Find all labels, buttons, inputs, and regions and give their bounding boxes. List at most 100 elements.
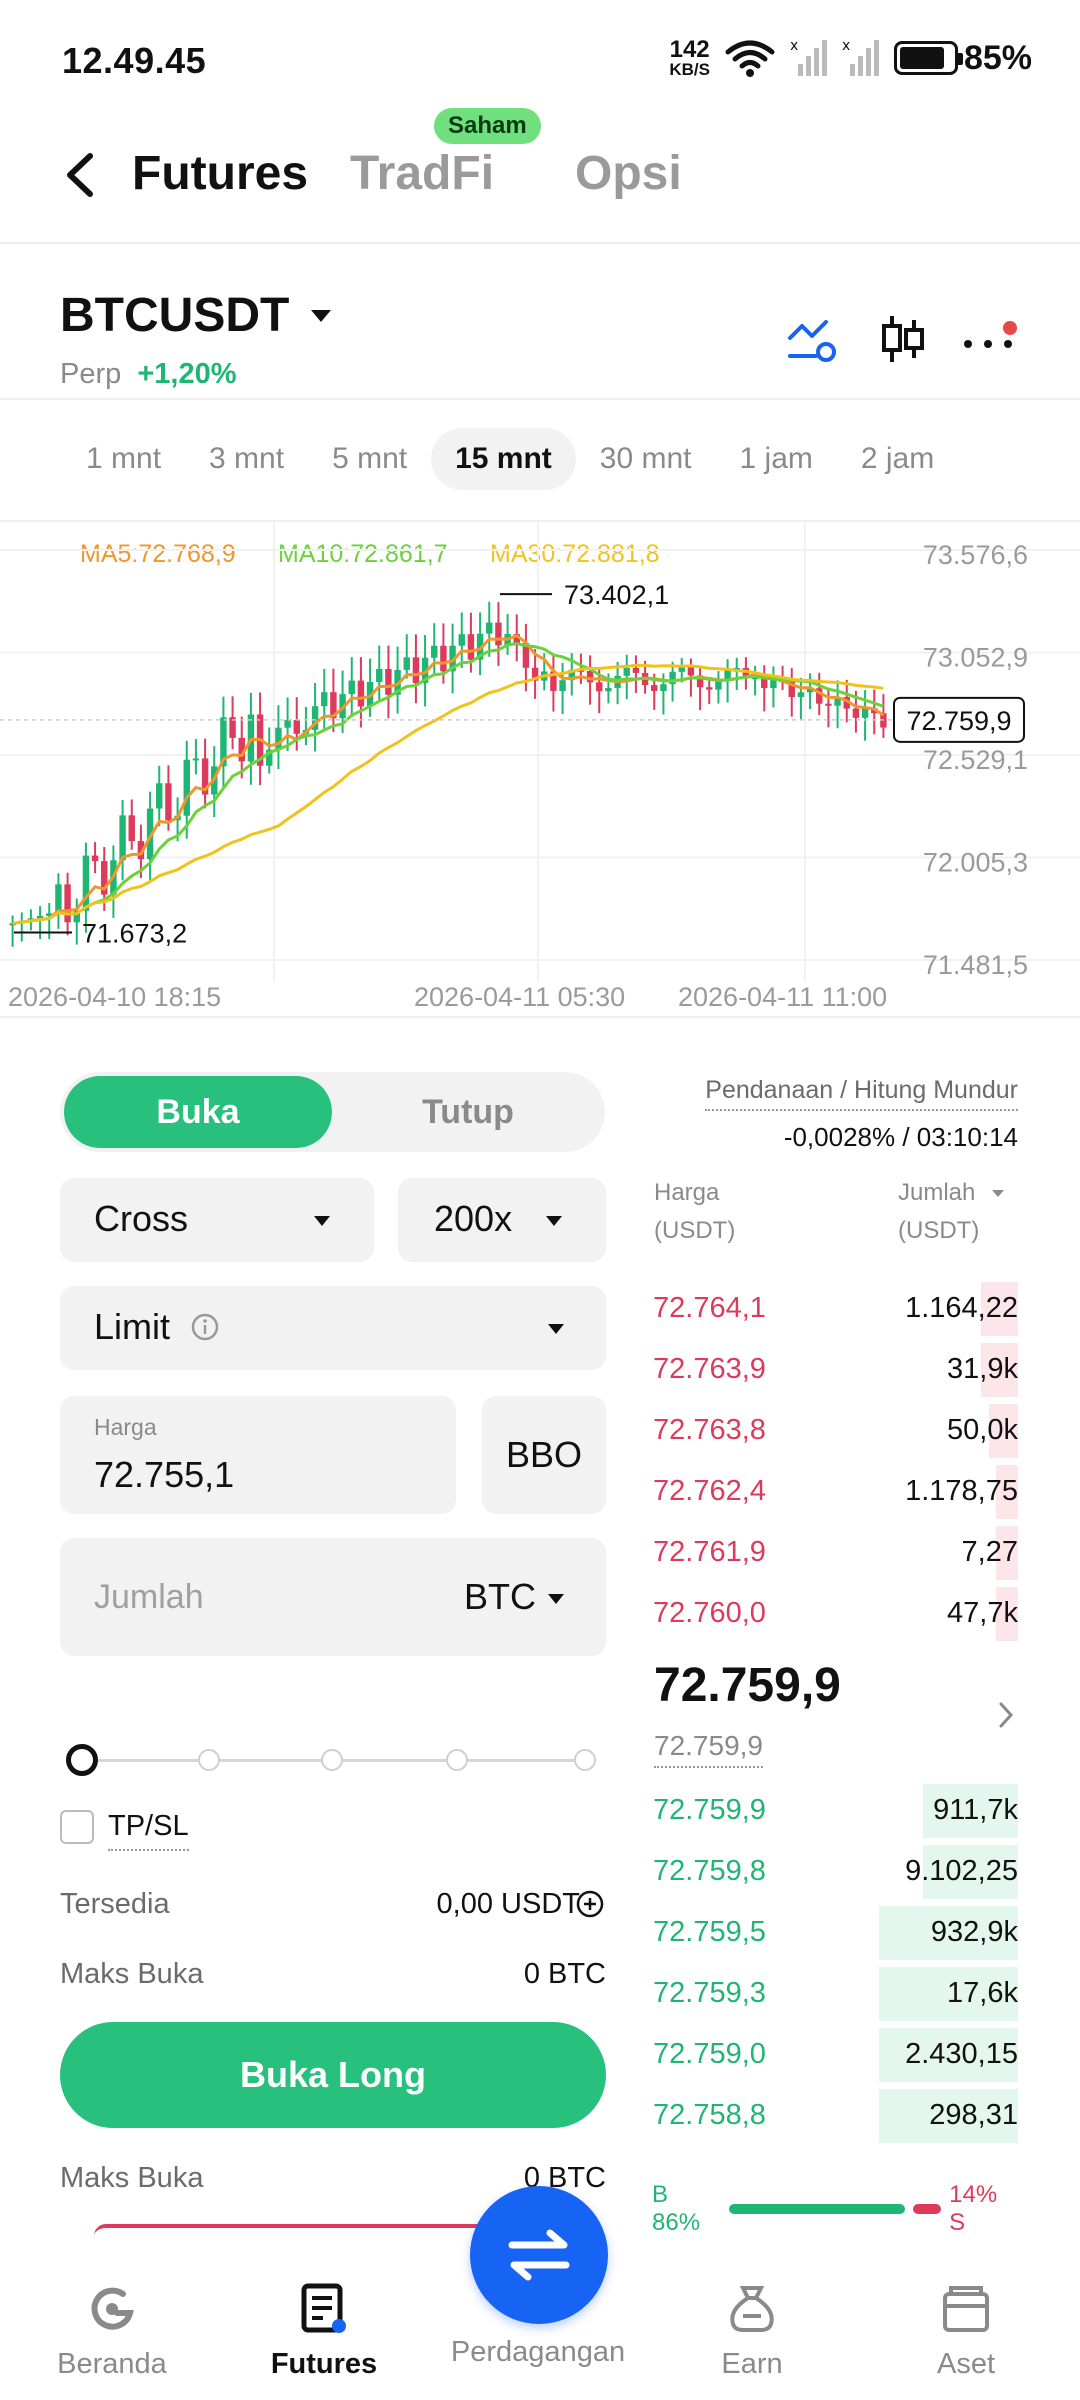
status-icons: 142 KB/S x x 85% <box>669 35 1032 78</box>
wifi-icon <box>725 40 775 77</box>
ask-row[interactable]: 72.763,8 50,0k <box>652 1402 1018 1460</box>
candle <box>348 680 355 695</box>
ask-row[interactable]: 72.761,9 7,27 <box>652 1524 1018 1582</box>
open-long-button[interactable]: Buka Long <box>60 2022 606 2128</box>
header-divider <box>0 242 1080 244</box>
bid-row[interactable]: 72.759,8 9.102,25 <box>652 1843 1018 1901</box>
available-value: 0,00 USDT <box>436 1888 580 1920</box>
net-speed-value: 142 <box>669 35 710 63</box>
slider-step-100[interactable] <box>574 1749 596 1771</box>
tab-15m[interactable]: 15 mnt <box>431 428 576 490</box>
tab-5m[interactable]: 5 mnt <box>308 428 431 490</box>
nav-home-label: Beranda <box>57 2348 167 2380</box>
tab-1m[interactable]: 1 mnt <box>62 428 185 490</box>
battery-icon <box>893 41 963 75</box>
price-header-label: Harga <box>654 1179 720 1206</box>
funding-label[interactable]: Pendanaan / Hitung Mundur <box>705 1076 1018 1111</box>
orderbook-amount-header[interactable]: Jumlah (USDT) <box>898 1174 1006 1250</box>
add-funds-icon[interactable] <box>574 1888 606 1920</box>
slider-step-25[interactable] <box>198 1749 220 1771</box>
open-short-button-edge[interactable] <box>94 2224 524 2236</box>
leverage-select[interactable]: 200x <box>398 1178 606 1262</box>
candlestick-icon[interactable] <box>876 312 930 366</box>
bid-amount: 9.102,25 <box>905 1855 1018 1887</box>
nav-assets[interactable]: Aset <box>866 2280 1066 2381</box>
bid-row[interactable]: 72.759,0 2.430,15 <box>652 2026 1018 2084</box>
candle <box>852 708 860 718</box>
bid-row[interactable]: 72.759,5 932,9k <box>652 1904 1018 1962</box>
x-tick-label: 2026-04-10 18:15 <box>8 982 221 1012</box>
nav-home[interactable]: Beranda <box>12 2280 212 2381</box>
tab-1h[interactable]: 1 jam <box>716 428 837 490</box>
indicator-icon[interactable] <box>786 312 840 366</box>
back-arrow-icon[interactable] <box>60 150 100 200</box>
nav-earn-label: Earn <box>721 2348 783 2380</box>
price-change: +1,20% <box>137 358 237 390</box>
bid-row[interactable]: 72.758,8 298,31 <box>652 2087 1018 2145</box>
bid-amount: 17,6k <box>947 1977 1018 2009</box>
leverage-value: 200x <box>434 1198 513 1239</box>
candle <box>119 815 126 861</box>
candle <box>55 884 62 914</box>
wallet-icon <box>943 2286 989 2332</box>
bid-row[interactable]: 72.759,9 911,7k <box>652 1782 1018 1840</box>
tpsl-label[interactable]: TP/SL <box>108 1810 189 1851</box>
sell-ratio-label: 14% S <box>949 2181 998 2236</box>
trade-fab-button[interactable] <box>470 2186 608 2324</box>
ask-amount: 47,7k <box>947 1597 1018 1629</box>
net-speed: 142 KB/S <box>669 35 710 78</box>
price-chart[interactable]: 73.576,6 73.052,9 72.529,1 72.005,3 71.481,5… <box>0 522 1080 1022</box>
max-open-label-2: Maks Buka <box>60 2162 204 2194</box>
close-tab[interactable]: Tutup <box>335 1076 601 1148</box>
timeframe-tabs: 1 mnt 3 mnt 5 mnt 15 mnt 30 mnt 1 jam 2 … <box>62 428 958 490</box>
bid-row[interactable]: 72.759,3 17,6k <box>652 1965 1018 2023</box>
x-tick-label: 2026-04-11 05:30 <box>414 982 625 1012</box>
margin-mode-select[interactable]: Cross <box>60 1178 374 1262</box>
candle <box>128 815 135 842</box>
more-icon[interactable] <box>962 320 1018 360</box>
ask-row[interactable]: 72.763,9 31,9k <box>652 1341 1018 1399</box>
tab-tradfi[interactable]: TradFi <box>350 146 494 201</box>
order-type-select[interactable]: Limit <box>60 1286 606 1370</box>
chevron-right-icon[interactable] <box>996 1700 1016 1730</box>
candle <box>293 720 300 734</box>
tab-2h[interactable]: 2 jam <box>837 428 958 490</box>
symbol-selector[interactable]: BTCUSDT <box>60 288 332 343</box>
ask-amount: 31,9k <box>947 1353 1018 1385</box>
ask-row[interactable]: 72.764,1 1.164,22 <box>652 1280 1018 1338</box>
ask-amount: 1.164,22 <box>905 1292 1018 1324</box>
low-price-label: 71.673,2 <box>82 918 187 948</box>
swap-icon <box>508 2229 570 2281</box>
bid-price: 72.758,8 <box>653 2099 766 2131</box>
mid-price: 72.759,9 <box>654 1659 841 1712</box>
x-tick-label: 2026-04-11 11:00 <box>678 982 887 1012</box>
mark-price: 72.759,9 <box>654 1730 763 1768</box>
nav-futures[interactable]: Futures <box>224 2280 424 2381</box>
chevron-down-icon <box>311 309 332 322</box>
bbo-button[interactable]: BBO <box>482 1396 606 1514</box>
nav-earn[interactable]: Earn <box>652 2280 852 2381</box>
tab-3m[interactable]: 3 mnt <box>185 428 308 490</box>
amount-slider-handle[interactable] <box>66 1744 98 1776</box>
candle <box>486 622 493 634</box>
amount-unit[interactable]: BTC <box>464 1576 536 1618</box>
bid-price: 72.759,0 <box>653 2038 766 2070</box>
tab-opsi[interactable]: Opsi <box>575 146 682 201</box>
ask-row[interactable]: 72.760,0 47,7k <box>652 1585 1018 1643</box>
slider-step-50[interactable] <box>321 1749 343 1771</box>
bid-amount: 932,9k <box>930 1916 1018 1948</box>
nav-trade[interactable]: Perdagangan <box>438 2336 638 2369</box>
price-input[interactable]: Harga 72.755,1 <box>60 1396 456 1514</box>
amount-placeholder: Jumlah <box>94 1578 204 1616</box>
candle <box>495 622 502 646</box>
amount-input[interactable]: Jumlah BTC <box>60 1538 606 1656</box>
tab-futures[interactable]: Futures <box>132 146 308 201</box>
open-tab[interactable]: Buka <box>64 1076 332 1148</box>
tpsl-checkbox[interactable] <box>60 1810 94 1844</box>
ask-row[interactable]: 72.762,4 1.178,75 <box>652 1463 1018 1521</box>
tab-30m[interactable]: 30 mnt <box>576 428 716 490</box>
candle <box>385 668 392 695</box>
y-tick-label: 72.529,1 <box>923 745 1028 775</box>
info-icon[interactable] <box>190 1312 220 1342</box>
slider-step-75[interactable] <box>446 1749 468 1771</box>
